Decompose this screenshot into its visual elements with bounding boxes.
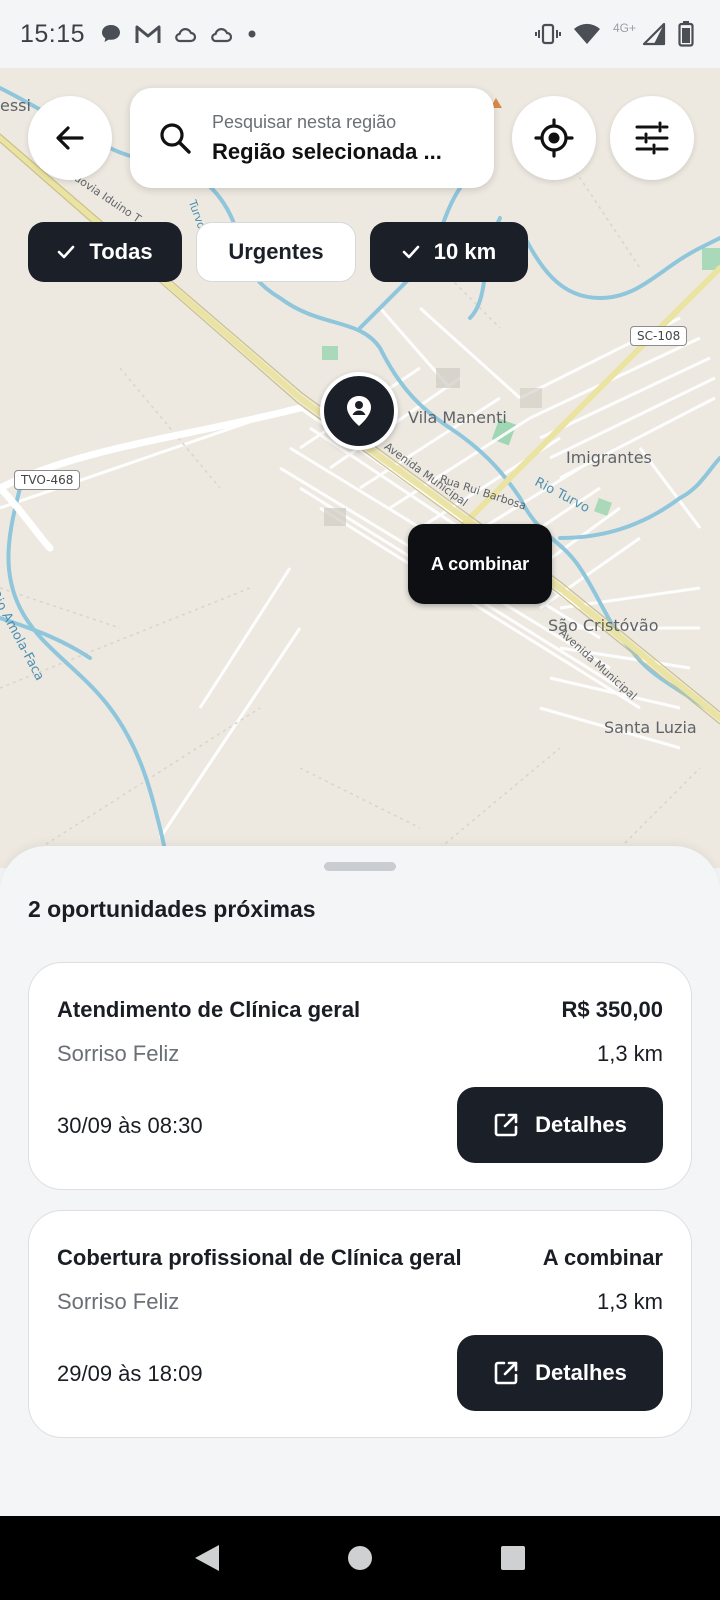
map-label-essi: essi [0, 96, 31, 115]
chip-todas-label: Todas [89, 239, 153, 264]
opportunity-card[interactable]: Cobertura profissional de Clínica geral … [28, 1210, 692, 1438]
card-date: 30/09 às 08:30 [57, 1113, 203, 1138]
filters-button[interactable] [610, 96, 694, 180]
chip-urgentes[interactable]: Urgentes [196, 222, 356, 282]
details-button-label: Detalhes [535, 1112, 627, 1137]
chip-todas[interactable]: Todas [28, 222, 182, 282]
results-sheet: 2 oportunidades próximas Atendimento de … [0, 846, 720, 1516]
price-marker[interactable]: A combinar [408, 524, 552, 604]
sliders-icon [635, 121, 669, 155]
card-company: Sorriso Feliz [57, 1041, 180, 1066]
wifi-icon [573, 23, 600, 44]
card-company: Sorriso Feliz [57, 1289, 180, 1314]
map-label-vila-manenti: Vila Manenti [408, 408, 507, 427]
details-button[interactable]: Detalhes [457, 1335, 663, 1411]
open-external-icon [494, 1113, 518, 1137]
map-label-santa-luzia: Santa Luzia [604, 718, 697, 737]
sheet-title: 2 oportunidades próximas [28, 896, 316, 922]
cloud-icon [175, 28, 197, 43]
my-location-button[interactable] [512, 96, 596, 180]
user-location-marker[interactable] [320, 372, 398, 450]
nav-home-icon[interactable] [346, 1544, 374, 1572]
map-base [0, 86, 720, 868]
vibrate-icon [534, 23, 561, 45]
check-icon [58, 245, 75, 259]
road-badge-tvo468: TVO-468 [14, 470, 81, 490]
road-badge-sc108: SC-108 [630, 326, 688, 346]
chat-icon [102, 25, 121, 42]
system-nav-bar [0, 1516, 720, 1600]
opportunity-card[interactable]: Atendimento de Clínica geral R$ 350,00 S… [28, 962, 692, 1190]
back-button[interactable] [28, 96, 112, 180]
open-external-icon [494, 1361, 518, 1385]
battery-icon [678, 21, 694, 47]
region-search[interactable]: Pesquisar nesta região Região selecionad… [130, 88, 494, 188]
arrow-left-icon [56, 126, 84, 150]
chip-radius-label: 10 km [433, 239, 497, 264]
chip-radius[interactable]: 10 km [370, 222, 528, 282]
card-distance: 1,3 km [596, 1041, 663, 1066]
card-title: Cobertura profissional de Clínica geral [57, 1245, 462, 1270]
dot-icon [248, 30, 256, 38]
card-date: 29/09 às 18:09 [57, 1361, 203, 1386]
card-price: R$ 350,00 [561, 997, 663, 1022]
person-pin-icon [347, 396, 371, 426]
details-button-label: Detalhes [535, 1360, 627, 1385]
cloud-icon [211, 28, 233, 43]
nav-recents-icon[interactable] [499, 1544, 527, 1572]
status-bar: 15:15 4G+ [0, 0, 720, 68]
map-label-imigrantes: Imigrantes [566, 448, 652, 467]
sheet-drag-handle[interactable] [324, 862, 396, 871]
card-distance: 1,3 km [596, 1289, 663, 1314]
network-label: 4G+ [612, 21, 636, 35]
details-button[interactable]: Detalhes [457, 1087, 663, 1163]
signal-icon [642, 22, 666, 46]
gmail-icon [135, 25, 161, 43]
map-view[interactable]: Vila Manenti Imigrantes São Cristóvão Sa… [0, 68, 720, 868]
check-icon [402, 245, 420, 259]
card-title: Atendimento de Clínica geral [57, 997, 361, 1022]
chip-urgentes-label: Urgentes [228, 239, 324, 264]
nav-back-icon[interactable] [193, 1543, 221, 1573]
status-time: 15:15 [20, 19, 86, 48]
card-price: A combinar [542, 1245, 663, 1270]
search-value: Região selecionada ... [212, 138, 442, 164]
search-icon [160, 123, 191, 154]
search-placeholder: Pesquisar nesta região [212, 111, 397, 132]
crosshair-icon [534, 118, 574, 158]
